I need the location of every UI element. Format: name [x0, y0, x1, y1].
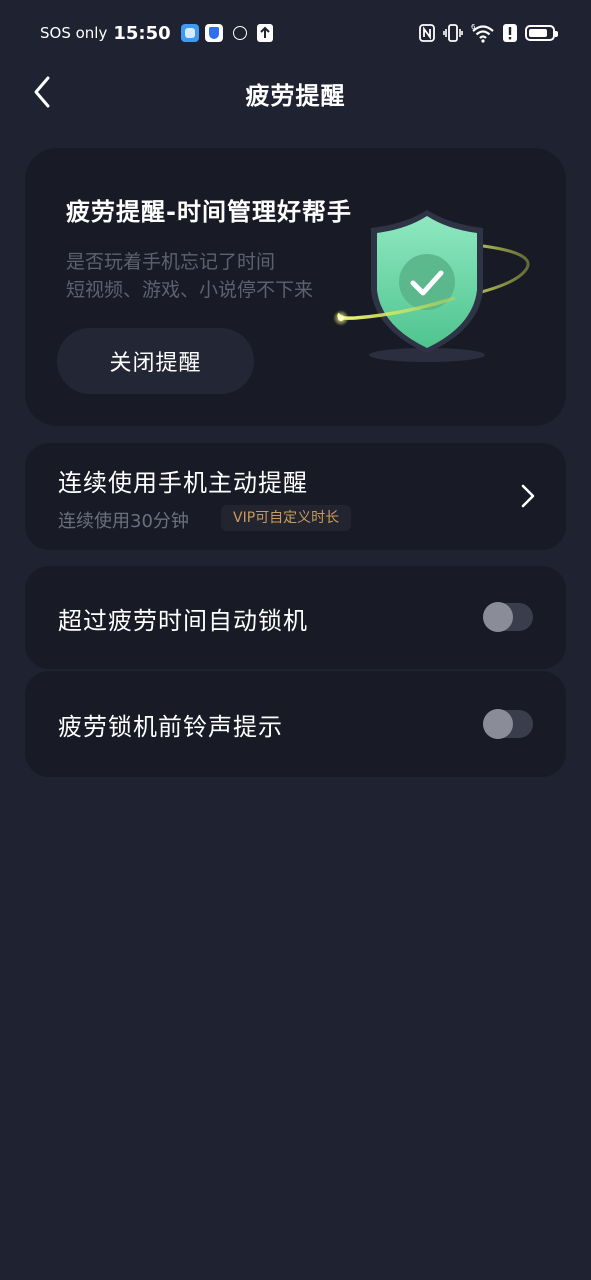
close-reminder-button[interactable]: 关闭提醒 — [57, 328, 254, 394]
alert-icon — [503, 24, 517, 42]
chevron-right-icon[interactable] — [520, 483, 536, 509]
upload-icon — [256, 24, 273, 42]
ringtone-row: 疲劳锁机前铃声提示 — [25, 671, 566, 777]
toggle-knob — [483, 602, 513, 632]
hero-title: 疲劳提醒-时间管理好帮手 — [66, 198, 352, 226]
continuous-reminder-title: 连续使用手机主动提醒 — [58, 469, 308, 497]
nfc-icon — [419, 24, 435, 42]
auto-lock-row: 超过疲劳时间自动锁机 — [25, 566, 566, 669]
continuous-reminder-subtitle: 连续使用30分钟 — [58, 511, 189, 532]
carrier-label: SOS only — [40, 24, 108, 42]
vip-badge: VIP可自定义时长 — [221, 505, 352, 531]
status-bar-left: SOS only 15:50 — [40, 20, 273, 46]
auto-lock-toggle[interactable] — [483, 602, 533, 632]
wifi-badge: 6 — [471, 23, 476, 31]
status-bar: SOS only 15:50 6 — [0, 0, 591, 66]
auto-lock-title: 超过疲劳时间自动锁机 — [58, 607, 308, 635]
page-title: 疲劳提醒 — [245, 82, 346, 110]
hero-subtitle: 是否玩着手机忘记了时间 短视频、游戏、小说停不下来 — [66, 248, 313, 304]
continuous-reminder-row[interactable]: 连续使用手机主动提醒 连续使用30分钟 VIP可自定义时长 — [25, 443, 566, 550]
header: 疲劳提醒 — [0, 66, 591, 118]
status-bar-right: 6 — [419, 20, 558, 46]
hero-subtitle-line1: 是否玩着手机忘记了时间 — [66, 251, 276, 273]
status-time: 15:50 — [113, 22, 171, 44]
ringtone-toggle[interactable] — [483, 709, 533, 739]
hero-subtitle-line2: 短视频、游戏、小说停不下来 — [66, 279, 314, 301]
toggle-knob — [483, 709, 513, 739]
battery-icon — [525, 25, 558, 41]
app-icon — [180, 24, 199, 42]
hero-card: 疲劳提醒-时间管理好帮手 是否玩着手机忘记了时间 短视频、游戏、小说停不下来 关… — [25, 148, 566, 426]
ringtone-title: 疲劳锁机前铃声提示 — [58, 713, 283, 741]
wifi-icon: 6 — [471, 23, 495, 43]
alarm-icon — [232, 26, 247, 40]
vibrate-icon — [443, 24, 463, 42]
shield-app-icon — [204, 24, 223, 42]
